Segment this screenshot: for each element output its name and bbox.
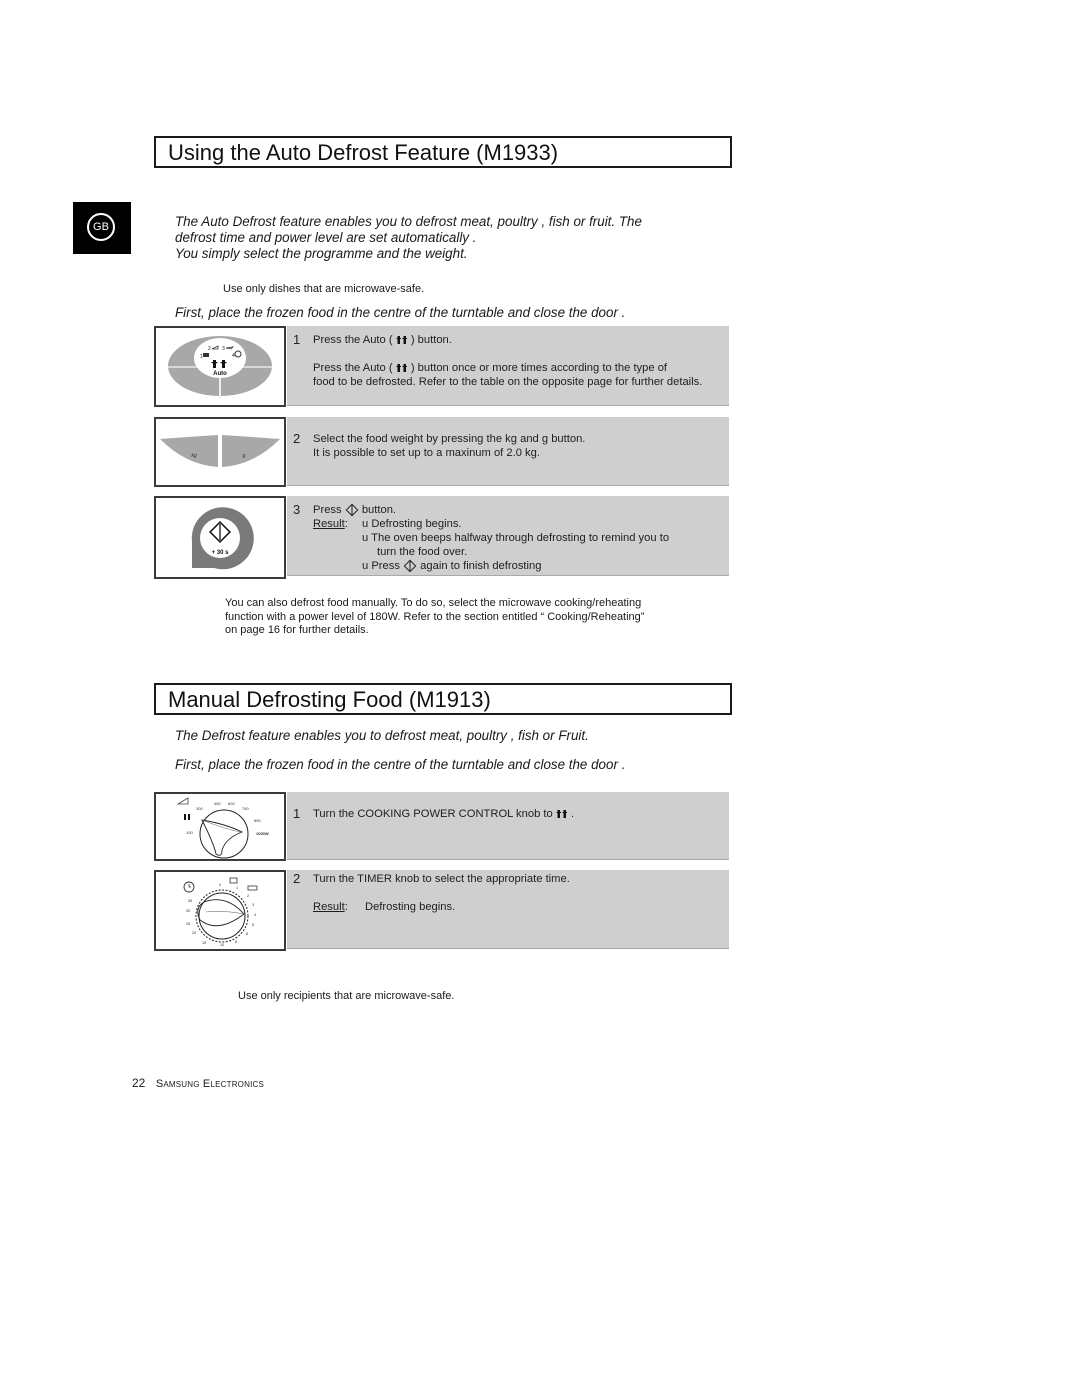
start-button-diagram: + 30 s (191, 507, 254, 570)
manual-step-2-panel: 2 Turn the TIMER knob to select the appr… (287, 870, 729, 949)
instruction-text: First, place the frozen food in the cent… (175, 757, 626, 772)
section-title: Manual Defrosting Food (M1913) (168, 687, 491, 712)
svg-text:Auto: Auto (213, 371, 227, 377)
step-2-line1: Select the food weight by pressing the k… (313, 433, 586, 445)
recipients-note: Use only recipients that are microwave-s… (238, 990, 455, 1002)
result-item: u Press again to finish defrosting (362, 559, 542, 573)
auto-button-diagram: 1 2 3 4 Auto (168, 336, 272, 398)
result-item: u The oven beeps halfway through defrost… (362, 532, 670, 544)
svg-text:0: 0 (219, 883, 221, 887)
svg-text:kg: kg (191, 453, 197, 459)
bullet: u (362, 560, 369, 572)
timer-knob-illustration: 0 1 2 3 4 5 6 8 10 15 20 25 30 35 (154, 870, 286, 951)
result-text: Defrosting begins. (365, 901, 456, 913)
svg-text:600: 600 (228, 801, 235, 806)
result-row: Result: (313, 518, 348, 530)
svg-text:3: 3 (252, 903, 254, 907)
svg-text:30: 30 (186, 909, 190, 913)
weight-buttons-illustration: kg g (154, 417, 286, 487)
step-3: + 30 s 3 Press button. Result: u Defrost… (154, 496, 729, 579)
start-diamond-icon (403, 559, 417, 573)
page-footer: 22 Samsung Electronics (132, 1074, 264, 1092)
instruction-text: First, place the frozen food in the cent… (175, 305, 626, 320)
language-badge: GB (87, 213, 115, 241)
manual-step-2: 0 1 2 3 4 5 6 8 10 15 20 25 30 35 2 Turn… (154, 870, 729, 951)
step-2-line2: It is possible to set up to a maxinum of… (313, 447, 540, 459)
section-title-box-manual-defrost: Manual Defrosting Food (M1913) (154, 683, 732, 715)
svg-text:5: 5 (252, 923, 254, 927)
manual-step-1-panel: 1 Turn the COOKING POWER CONTROL knob to… (287, 792, 729, 860)
dishes-note: Use only dishes that are microwave-safe. (223, 283, 425, 295)
result-label: Result (313, 901, 345, 913)
svg-text:1: 1 (200, 354, 203, 360)
result-item: u Defrosting begins. (362, 518, 462, 530)
defrost-icon (396, 364, 407, 373)
step-number: 2 (293, 431, 301, 446)
section2-intro: The Defrost feature enables you to defro… (175, 728, 589, 743)
start-diamond-icon (345, 503, 359, 517)
clock-icon (183, 881, 195, 893)
svg-text:100: 100 (186, 830, 193, 835)
step-number: 2 (293, 871, 301, 886)
section-title: Using the Auto Defrost Feature (M1933) (168, 140, 559, 165)
svg-text:300: 300 (196, 806, 203, 811)
svg-text:1000W: 1000W (256, 831, 269, 836)
bullet: u (362, 532, 369, 544)
timer-dial: 0 1 2 3 4 5 6 8 10 15 20 25 30 35 (183, 877, 258, 947)
section-title-box-auto-defrost: Using the Auto Defrost Feature (M1933) (154, 136, 732, 168)
manual-step-1-line1: Turn the COOKING POWER CONTROL knob to . (313, 808, 575, 820)
svg-text:3: 3 (222, 346, 225, 352)
svg-text:25: 25 (186, 922, 190, 926)
intro-line: defrost time and power level are set aut… (175, 230, 477, 245)
section1-intro: The Auto Defrost feature enables you to … (175, 214, 642, 262)
power-wedge-icon (176, 797, 189, 805)
kg-g-buttons-diagram: kg g (160, 435, 280, 467)
step-1-line2: Press the Auto ( ) button once or more t… (313, 362, 668, 374)
step-1: 1 2 3 4 Auto 1 Press the Auto ( ) button… (154, 326, 729, 407)
svg-text:2: 2 (247, 894, 249, 898)
step-2: kg g 2 Select the food weight by pressin… (154, 417, 729, 487)
svg-text:2: 2 (208, 346, 211, 352)
intro-line: You simply select the programme and the … (175, 246, 468, 261)
step-number: 1 (293, 806, 301, 821)
defrost-icon (396, 336, 407, 345)
step-1-line3: food to be defrosted. Refer to the table… (313, 376, 703, 388)
auto-panel-illustration: 1 2 3 4 Auto (154, 326, 286, 407)
step-3-panel: 3 Press button. Result: u Defrosting beg… (287, 496, 729, 576)
step-3-line1: Press button. (313, 503, 397, 517)
power-knob-illustration: 100 300 450 600 750 850 1000W (154, 792, 286, 861)
manual-step-2-line1: Turn the TIMER knob to select the approp… (313, 873, 570, 885)
step-1-line1: Press the Auto ( ) button. (313, 334, 452, 346)
step-1-panel: 1 Press the Auto ( ) button. Press the A… (287, 326, 729, 406)
result-item-continued: turn the food over. (377, 546, 468, 558)
svg-text:450: 450 (214, 801, 221, 806)
svg-text:15: 15 (202, 941, 206, 945)
svg-text:850: 850 (254, 818, 261, 823)
intro-line: The Auto Defrost feature enables you to … (175, 214, 642, 229)
brand-name: Samsung Electronics (155, 1078, 265, 1090)
manual-step-1: 100 300 450 600 750 850 1000W 1 Turn the… (154, 792, 729, 861)
svg-text:4: 4 (254, 913, 256, 917)
bullet: u (362, 518, 369, 530)
svg-text:35: 35 (188, 899, 192, 903)
svg-text:g: g (243, 453, 246, 459)
manual-defrost-note: You can also defrost food manually. To d… (225, 597, 645, 636)
svg-text:750: 750 (242, 806, 249, 811)
svg-text:8: 8 (235, 940, 237, 944)
step-2-panel: 2 Select the food weight by pressing the… (287, 417, 729, 486)
language-tab: GB (73, 202, 131, 254)
svg-text:+ 30 s: + 30 s (212, 550, 230, 556)
svg-text:10: 10 (220, 943, 224, 947)
svg-text:1: 1 (236, 886, 238, 890)
result-label: Result (313, 518, 345, 530)
svg-text:6: 6 (246, 932, 248, 936)
svg-text:20: 20 (192, 931, 196, 935)
step-number: 3 (293, 502, 301, 517)
start-button-illustration: + 30 s (154, 496, 286, 579)
result-row: Result: (313, 901, 348, 913)
page-number: 22 (132, 1076, 146, 1090)
step-number: 1 (293, 332, 301, 347)
defrost-icon (556, 810, 567, 819)
power-control-dial: 100 300 450 600 750 850 1000W (176, 797, 269, 859)
